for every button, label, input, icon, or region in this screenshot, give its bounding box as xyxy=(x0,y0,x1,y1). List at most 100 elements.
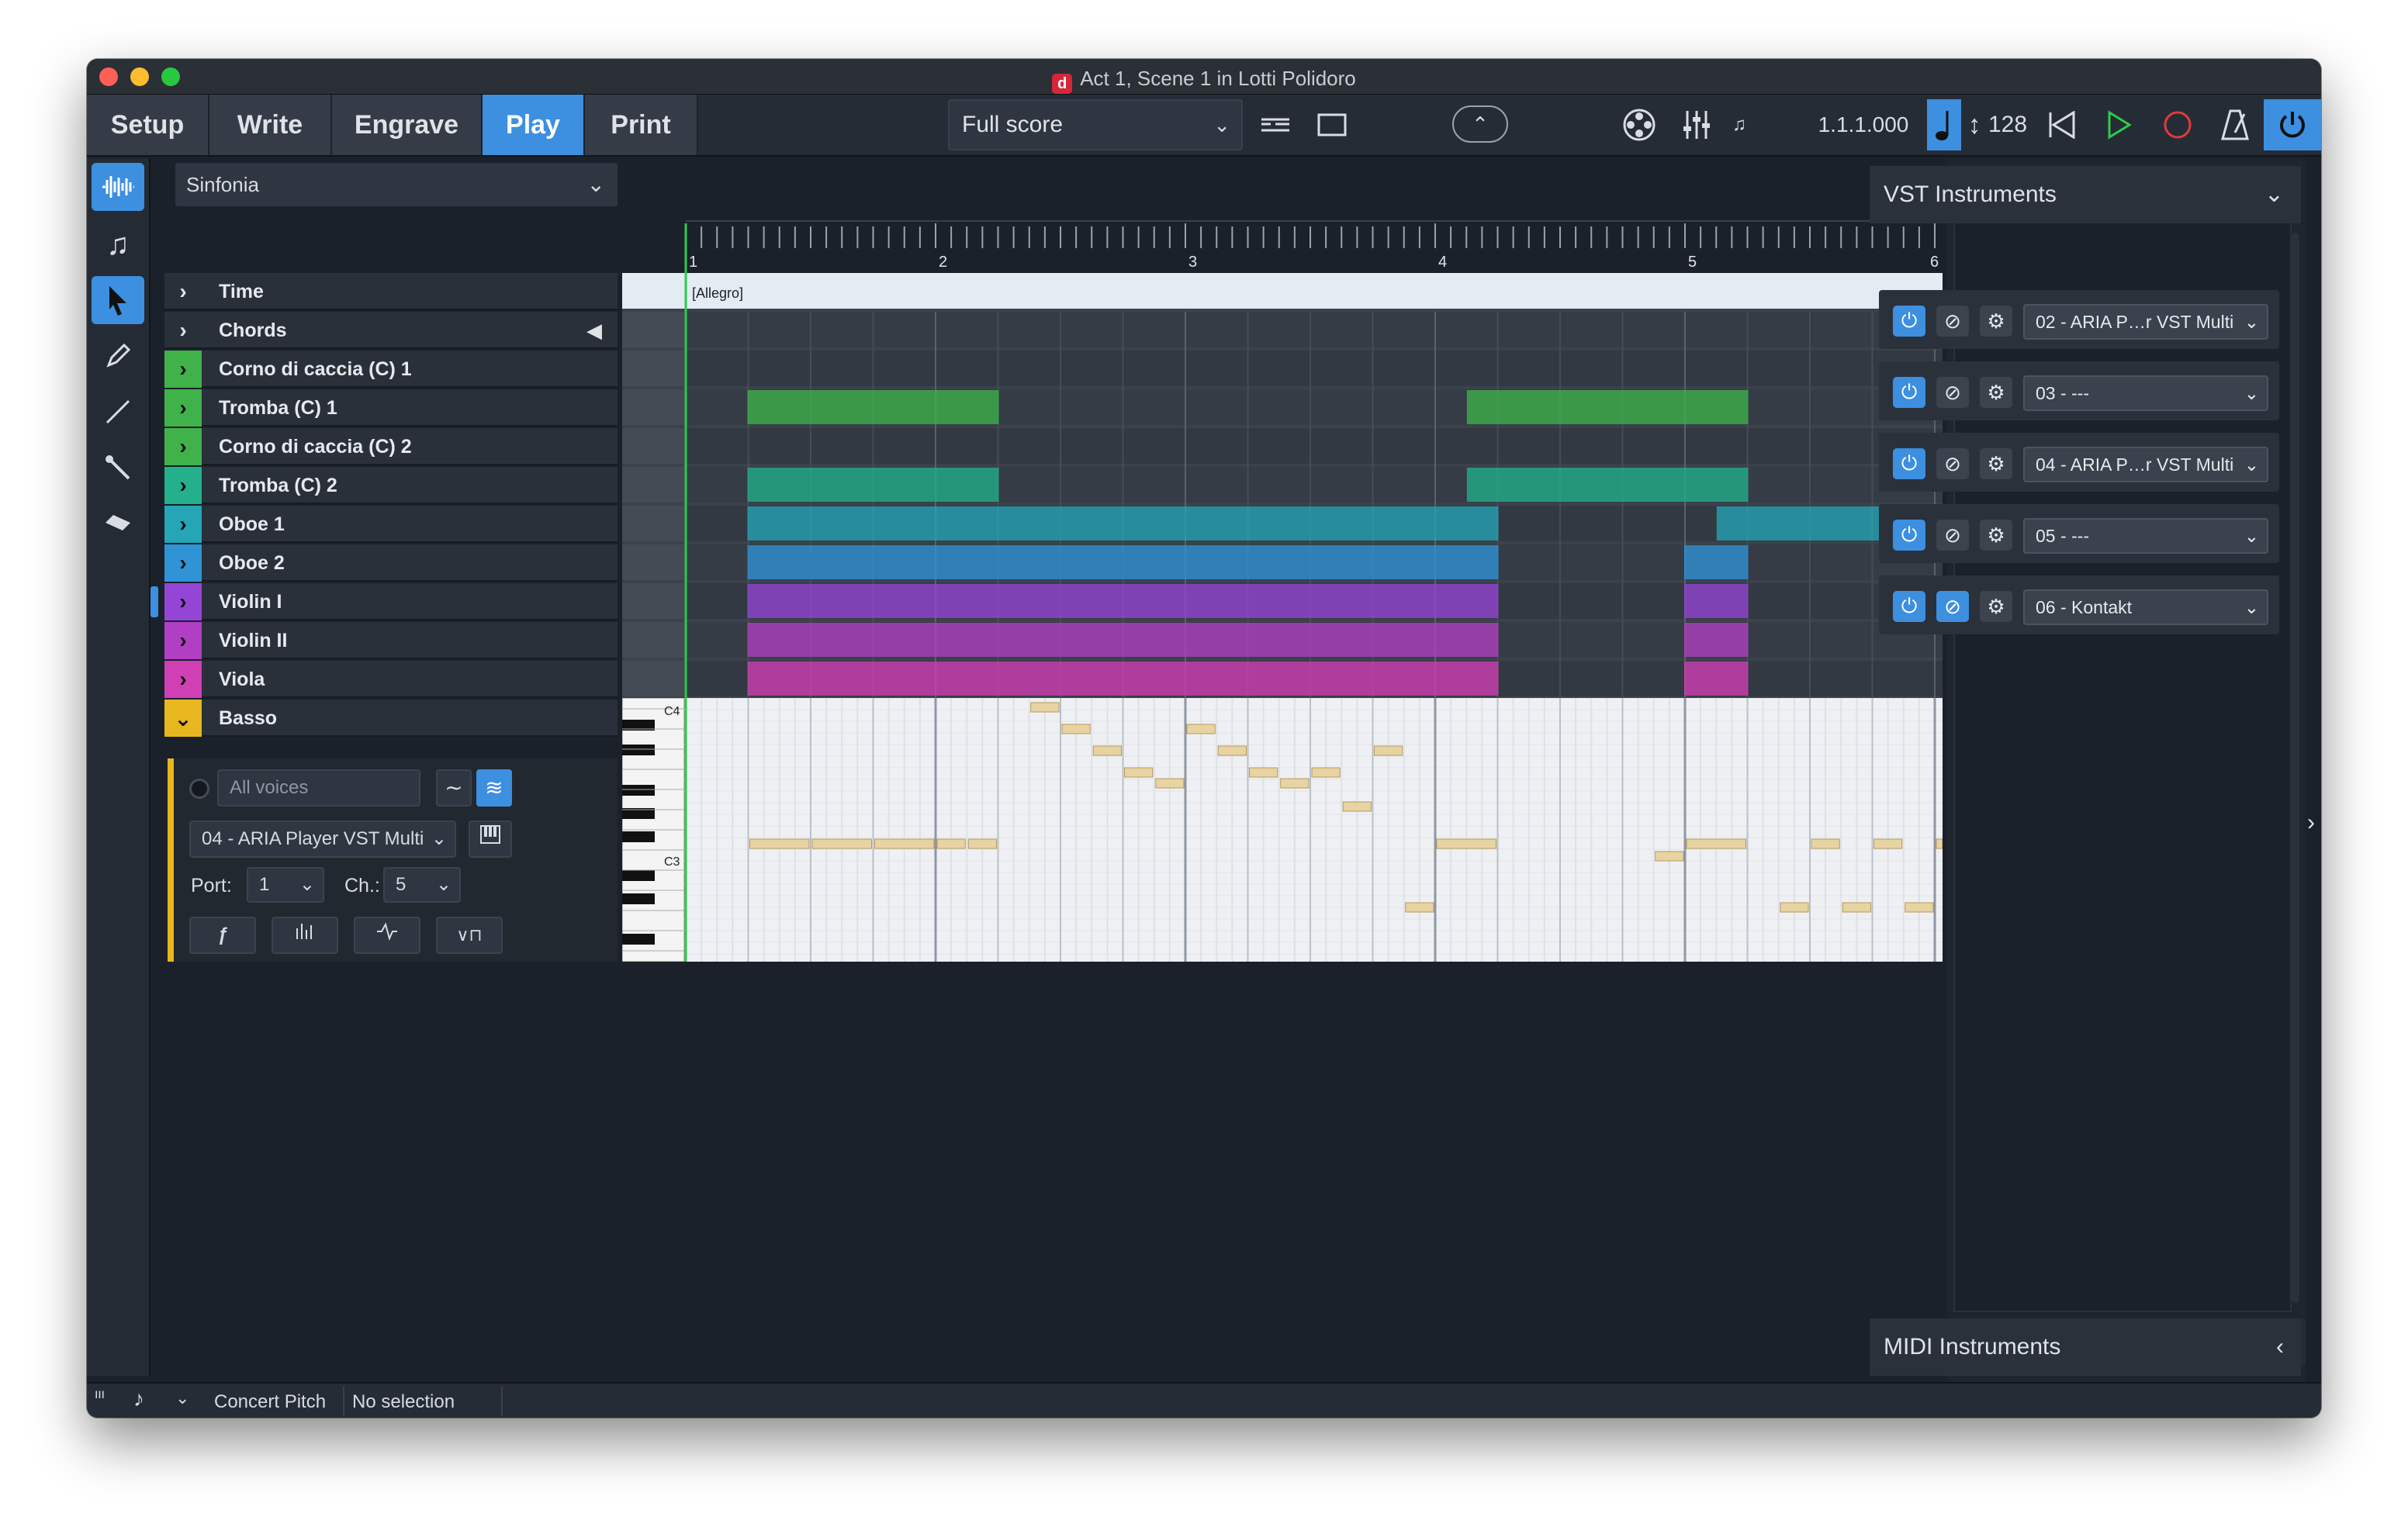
timeline-ruler[interactable]: 1 2 3 4 5 6 xyxy=(622,158,1943,273)
edit-instrument-icon[interactable]: ⊘ xyxy=(1936,377,1969,408)
vst-panel-header[interactable]: VST Instruments ⌄ xyxy=(1870,166,2301,223)
pencil-icon[interactable] xyxy=(92,332,144,380)
mode-tab-setup[interactable]: Setup xyxy=(87,95,209,155)
basso-instrument-select[interactable]: 04 - ARIA Player VST Multi ⌄ xyxy=(189,821,456,858)
power-icon[interactable]: ⏻ xyxy=(1893,377,1925,408)
power-icon[interactable]: ⏻ xyxy=(1893,448,1925,479)
piano-keys-icon[interactable]: ᑊᑊᑊ xyxy=(95,1388,105,1408)
track-row[interactable]: › Corno di caccia (C) 1 xyxy=(164,351,618,388)
gear-icon[interactable]: ⚙ xyxy=(1980,377,2012,408)
vst-instrument-select[interactable]: 05 - --- ⌄ xyxy=(2023,518,2268,554)
chevron-down-icon[interactable]: ⌄ xyxy=(175,1388,189,1408)
vst-instrument-select[interactable]: 06 - Kontakt ⌄ xyxy=(2023,589,2268,625)
channel-select[interactable]: 5 ⌄ xyxy=(383,867,461,903)
midi-region xyxy=(1466,390,1749,424)
track-row[interactable]: › Oboe 1 xyxy=(164,506,618,543)
port-select[interactable]: 1 ⌄ xyxy=(247,867,324,903)
power-icon[interactable] xyxy=(2264,99,2321,150)
gear-icon[interactable]: ⚙ xyxy=(1980,448,2012,479)
keyboard-editor-icon[interactable] xyxy=(469,821,512,858)
chevron-right-icon[interactable]: › xyxy=(164,312,202,349)
metronome-icon[interactable] xyxy=(2208,99,2262,150)
track-row[interactable]: › Chords ◀ xyxy=(164,312,618,349)
voices-toggle[interactable] xyxy=(189,779,209,799)
chevron-down-icon[interactable]: ⌄ xyxy=(164,700,202,737)
select-arrow-icon[interactable] xyxy=(92,276,144,324)
chevron-right-icon[interactable]: › xyxy=(164,389,202,427)
gear-icon[interactable]: ⚙ xyxy=(1980,306,2012,337)
gear-icon[interactable]: ⚙ xyxy=(1980,520,2012,551)
page-view-icon[interactable] xyxy=(1305,99,1359,150)
pitch-bend-icon[interactable] xyxy=(354,917,420,954)
audio-waveform-icon[interactable] xyxy=(92,163,144,211)
eraser-icon[interactable] xyxy=(92,499,144,548)
midi-thru-icon[interactable]: ♫ xyxy=(1724,99,1755,150)
midi-panel-header[interactable]: MIDI Instruments ‹ xyxy=(1870,1318,2301,1376)
vst-instrument-select[interactable]: 03 - --- ⌄ xyxy=(2023,375,2268,411)
chevron-right-icon[interactable]: › xyxy=(164,428,202,465)
edit-instrument-icon[interactable]: ⊘ xyxy=(1936,591,1969,622)
layout-select[interactable]: Full score ⌄ xyxy=(948,99,1243,150)
chevron-right-icon[interactable]: › xyxy=(164,583,202,620)
line-tool-icon[interactable] xyxy=(92,388,144,436)
track-row[interactable]: ⌄ Basso xyxy=(164,700,618,737)
dynamics-icon[interactable]: ƒ xyxy=(189,917,256,954)
track-row[interactable]: › Tromba (C) 2 xyxy=(164,467,618,504)
record-icon[interactable] xyxy=(2150,99,2205,150)
waves-icon[interactable]: ≋ xyxy=(476,769,512,807)
power-icon[interactable]: ⏻ xyxy=(1893,306,1925,337)
track-row[interactable]: › Violin I xyxy=(150,583,618,620)
speaker-icon[interactable]: ◀ xyxy=(586,312,602,349)
vst-instrument-select[interactable]: 04 - ARIA P…r VST Multi ⌄ xyxy=(2023,447,2268,482)
mode-tab-write[interactable]: Write xyxy=(209,95,332,155)
midi-region xyxy=(1684,545,1749,579)
chevron-right-icon[interactable]: › xyxy=(164,467,202,504)
event-display[interactable]: [Allegro] xyxy=(622,273,1943,698)
mode-tab-engrave[interactable]: Engrave xyxy=(332,95,483,155)
edit-instrument-icon[interactable]: ⊘ xyxy=(1936,306,1969,337)
concert-pitch-button[interactable]: Concert Pitch xyxy=(214,1391,326,1413)
chevron-right-icon[interactable]: › xyxy=(164,544,202,582)
vst-instrument-row: ⏻ ⊘ ⚙ 06 - Kontakt ⌄ xyxy=(1879,575,2279,634)
flow-select[interactable]: Sinfonia ⌄ xyxy=(175,163,618,206)
tempo-value[interactable]: 128 xyxy=(1986,99,2029,150)
show-hide-panels-button[interactable]: ⌃ xyxy=(1452,105,1508,143)
velocity-icon[interactable] xyxy=(272,917,338,954)
vst-instrument-select[interactable]: 02 - ARIA P…r VST Multi ⌄ xyxy=(2023,304,2268,340)
galley-view-icon[interactable] xyxy=(1251,99,1300,150)
mode-tab-print[interactable]: Print xyxy=(585,95,698,155)
piano-roll[interactable]: C4 C3 xyxy=(622,698,1943,962)
track-row[interactable]: › Violin II xyxy=(164,622,618,659)
note-input-icon[interactable]: ♪ xyxy=(133,1387,144,1411)
mixer-icon[interactable] xyxy=(1669,99,1724,150)
power-icon[interactable]: ⏻ xyxy=(1893,520,1925,551)
power-icon[interactable]: ⏻ xyxy=(1893,591,1925,622)
brush-icon[interactable] xyxy=(92,444,144,492)
play-icon[interactable] xyxy=(2091,99,2146,150)
track-row[interactable]: › Time xyxy=(164,273,618,310)
chevron-right-icon[interactable]: › xyxy=(164,661,202,698)
track-row[interactable]: › Tromba (C) 1 xyxy=(164,389,618,427)
track-name: Chords xyxy=(219,320,287,341)
track-name: Oboe 2 xyxy=(219,552,285,574)
mode-tab-play[interactable]: Play xyxy=(483,95,585,155)
voices-field[interactable]: All voices xyxy=(217,769,420,807)
tilde-curve-icon[interactable]: ∼ xyxy=(436,769,472,807)
edit-instrument-icon[interactable]: ⊘ xyxy=(1936,448,1969,479)
chevron-right-icon[interactable]: › xyxy=(164,273,202,310)
track-row[interactable]: › Corno di caccia (C) 2 xyxy=(164,428,618,465)
right-panel-collapse-strip[interactable]: › xyxy=(2306,158,2321,1382)
gear-icon[interactable]: ⚙ xyxy=(1980,591,2012,622)
rewind-icon[interactable] xyxy=(2034,99,2088,150)
track-row[interactable]: › Viola xyxy=(164,661,618,698)
chevron-right-icon[interactable]: › xyxy=(164,622,202,659)
video-reel-icon[interactable] xyxy=(1612,99,1666,150)
vst-scrollbar[interactable] xyxy=(2292,233,2299,1303)
edit-instrument-icon[interactable]: ⊘ xyxy=(1936,520,1969,551)
music-note-icon[interactable]: ♫ xyxy=(92,220,144,268)
chevron-right-icon[interactable]: › xyxy=(164,351,202,388)
playing-technique-icon[interactable]: ∨⊓ xyxy=(436,917,503,954)
tempo-note-icon[interactable] xyxy=(1927,99,1961,150)
chevron-right-icon[interactable]: › xyxy=(164,506,202,543)
track-row[interactable]: › Oboe 2 xyxy=(164,544,618,582)
